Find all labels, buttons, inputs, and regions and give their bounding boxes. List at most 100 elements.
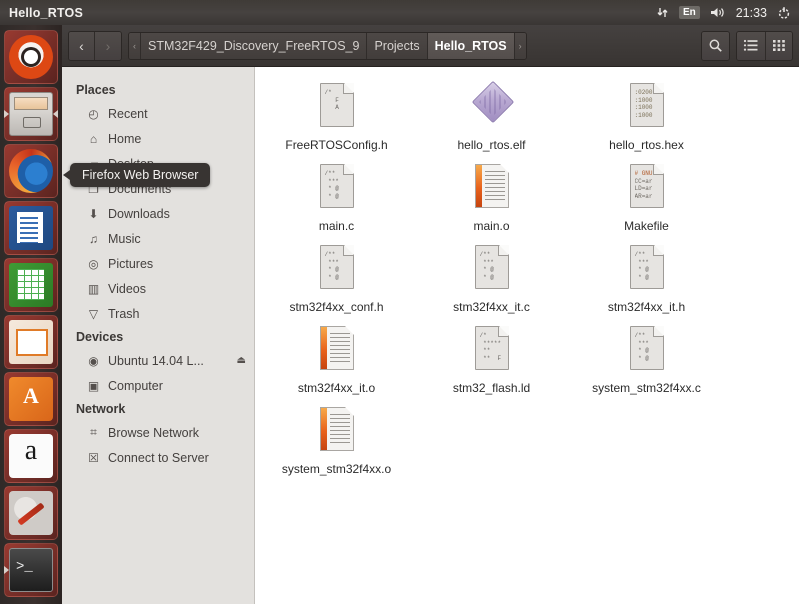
back-button[interactable]: ‹ — [69, 31, 95, 60]
sidebar-item-music[interactable]: ♫ Music — [62, 226, 254, 251]
c-header-file-icon: /** *** * @ * @ — [313, 243, 361, 295]
file-name-label: stm32f4xx_it.o — [297, 381, 376, 395]
top-panel: Hello_RTOS En 21:33 — [0, 0, 799, 25]
sidebar-item-label: Music — [108, 231, 141, 246]
file-manager-toolbar: ‹ › ‹ STM32F429_Discovery_FreeRTOS_9 Pro… — [62, 25, 799, 67]
file-name-label: stm32f4xx_conf.h — [289, 300, 384, 314]
sidebar-item-recent[interactable]: ◴ Recent — [62, 101, 254, 126]
launcher-item-files[interactable] — [4, 87, 58, 141]
file-item[interactable]: /** *** * @ * @ system_stm32f4xx.c — [569, 320, 724, 401]
panel-window-title: Hello_RTOS — [9, 5, 84, 20]
sidebar-item-ubuntu-disc[interactable]: ◉ Ubuntu 14.04 L... ⏏ — [62, 348, 254, 373]
volume-icon[interactable] — [710, 6, 726, 19]
network-updown-icon[interactable] — [656, 6, 669, 19]
breadcrumb: ‹ STM32F429_Discovery_FreeRTOS_9 Project… — [128, 31, 527, 60]
sidebar-item-downloads[interactable]: ⬇ Downloads — [62, 201, 254, 226]
unity-launcher — [0, 25, 62, 604]
libreoffice-calc-icon — [9, 263, 53, 307]
breadcrumb-item-1[interactable]: Projects — [367, 32, 428, 59]
sidebar-section-header-devices: Devices — [76, 330, 124, 344]
session-gear-icon[interactable] — [777, 6, 791, 20]
sidebar-item-label: Computer — [108, 378, 163, 393]
launcher-item-terminal[interactable] — [4, 543, 58, 597]
sidebar-item-browse-network[interactable]: ⌗ Browse Network — [62, 420, 254, 445]
sidebar-item-connect-to-server[interactable]: ☒ Connect to Server — [62, 445, 254, 470]
launcher-item-ubuntu-dash[interactable] — [4, 30, 58, 84]
file-item[interactable]: hello_rtos.elf — [414, 77, 569, 158]
file-name-label: stm32f4xx_it.c — [453, 300, 530, 314]
file-name-label: main.o — [473, 219, 510, 233]
clock-indicator[interactable]: 21:33 — [736, 6, 767, 20]
libreoffice-impress-icon — [9, 320, 53, 364]
places-sidebar: Places ◴ Recent ⌂ Home ▰ Desktop ❐ Docum… — [62, 67, 255, 604]
keyboard-layout-indicator[interactable]: En — [678, 6, 700, 19]
breadcrumb-item-0[interactable]: STM32F429_Discovery_FreeRTOS_9 — [141, 32, 368, 59]
file-list-view[interactable]: /* F A FreeRTOSConfig.h hello_rtos.elf :… — [255, 67, 799, 604]
sidebar-item-trash[interactable]: ▽ Trash — [62, 301, 254, 326]
server-icon: ☒ — [88, 450, 99, 465]
file-item[interactable]: /** *** * @ * @ main.c — [259, 158, 414, 239]
file-item[interactable]: /** *** * @ * @ stm32f4xx_it.h — [569, 239, 724, 320]
makefile-icon: # GNU CC=ar LD=ar AR=ar — [623, 162, 671, 214]
trash-icon: ▽ — [88, 306, 99, 321]
search-group — [701, 30, 730, 61]
clock-icon: ◴ — [88, 106, 99, 121]
icon-view-button[interactable] — [766, 31, 792, 60]
network-icon: ⌗ — [90, 425, 97, 439]
launcher-item-libreoffice-impress[interactable] — [4, 315, 58, 369]
file-item[interactable]: /** *** * @ * @ stm32f4xx_it.c — [414, 239, 569, 320]
file-item[interactable]: # GNU CC=ar LD=ar AR=ar Makefile — [569, 158, 724, 239]
file-name-label: hello_rtos.hex — [609, 138, 684, 152]
launcher-focused-arrow-icon — [53, 110, 58, 118]
launcher-item-libreoffice-calc[interactable] — [4, 258, 58, 312]
sidebar-item-videos[interactable]: ▥ Videos — [62, 276, 254, 301]
file-grid: /* F A FreeRTOSConfig.h hello_rtos.elf :… — [259, 77, 795, 482]
file-manager-window: ‹ › ‹ STM32F429_Discovery_FreeRTOS_9 Pro… — [62, 25, 799, 604]
file-name-label: system_stm32f4xx.o — [281, 462, 392, 476]
launcher-item-libreoffice-writer[interactable] — [4, 201, 58, 255]
download-icon: ⬇ — [88, 206, 99, 221]
navigation-buttons: ‹ › — [68, 30, 122, 61]
launcher-item-software-center[interactable] — [4, 372, 58, 426]
file-item[interactable]: :0200:1000:1000:1000 hello_rtos.hex — [569, 77, 724, 158]
launcher-tooltip: Firefox Web Browser — [62, 163, 211, 187]
c-source-file-icon: /** *** * @ * @ — [468, 243, 516, 295]
file-item[interactable]: /* ***** ** ** F stm32_flash.ld — [414, 320, 569, 401]
c-header-file-icon: /** *** * @ * @ — [623, 243, 671, 295]
libreoffice-writer-icon — [9, 206, 53, 250]
launcher-item-firefox[interactable] — [4, 144, 58, 198]
search-icon[interactable] — [702, 31, 729, 60]
file-item[interactable]: main.o — [414, 158, 569, 239]
sidebar-section-header-places: Places — [76, 83, 116, 97]
sidebar-item-computer[interactable]: ▣ Computer — [62, 373, 254, 398]
c-source-file-icon: /** *** * @ * @ — [313, 162, 361, 214]
breadcrumb-scroll-left[interactable]: ‹ — [129, 32, 141, 59]
home-icon: ⌂ — [89, 131, 98, 146]
forward-button[interactable]: › — [95, 31, 121, 60]
sidebar-item-label: Downloads — [108, 206, 170, 221]
executable-file-icon — [468, 80, 516, 133]
launcher-item-system-settings[interactable] — [4, 486, 58, 540]
file-item[interactable]: /** *** * @ * @ stm32f4xx_conf.h — [259, 239, 414, 320]
sidebar-item-pictures[interactable]: ◎ Pictures — [62, 251, 254, 276]
breadcrumb-scroll-right[interactable]: › — [514, 32, 526, 59]
file-item[interactable]: stm32f4xx_it.o — [259, 320, 414, 401]
toolbar-right-group — [701, 30, 793, 61]
eject-icon[interactable]: ⏏ — [237, 355, 246, 366]
disc-icon: ◉ — [88, 353, 99, 368]
linker-script-file-icon: /* ***** ** ** F — [468, 324, 516, 376]
breadcrumb-item-2[interactable]: Hello_RTOS — [427, 32, 515, 59]
file-item[interactable]: system_stm32f4xx.o — [259, 401, 414, 482]
launcher-item-amazon[interactable] — [4, 429, 58, 483]
film-icon: ▥ — [87, 281, 100, 296]
list-view-button[interactable] — [737, 31, 766, 60]
sidebar-item-label: Videos — [108, 281, 146, 296]
window-body: Places ◴ Recent ⌂ Home ▰ Desktop ❐ Docum… — [62, 67, 799, 604]
sidebar-item-label: Home — [108, 131, 142, 146]
view-mode-group — [736, 30, 793, 61]
sidebar-item-home[interactable]: ⌂ Home — [62, 126, 254, 151]
music-icon: ♫ — [89, 231, 98, 246]
system-settings-icon — [9, 491, 53, 535]
file-item[interactable]: /* F A FreeRTOSConfig.h — [259, 77, 414, 158]
sidebar-item-label: Connect to Server — [108, 450, 209, 465]
